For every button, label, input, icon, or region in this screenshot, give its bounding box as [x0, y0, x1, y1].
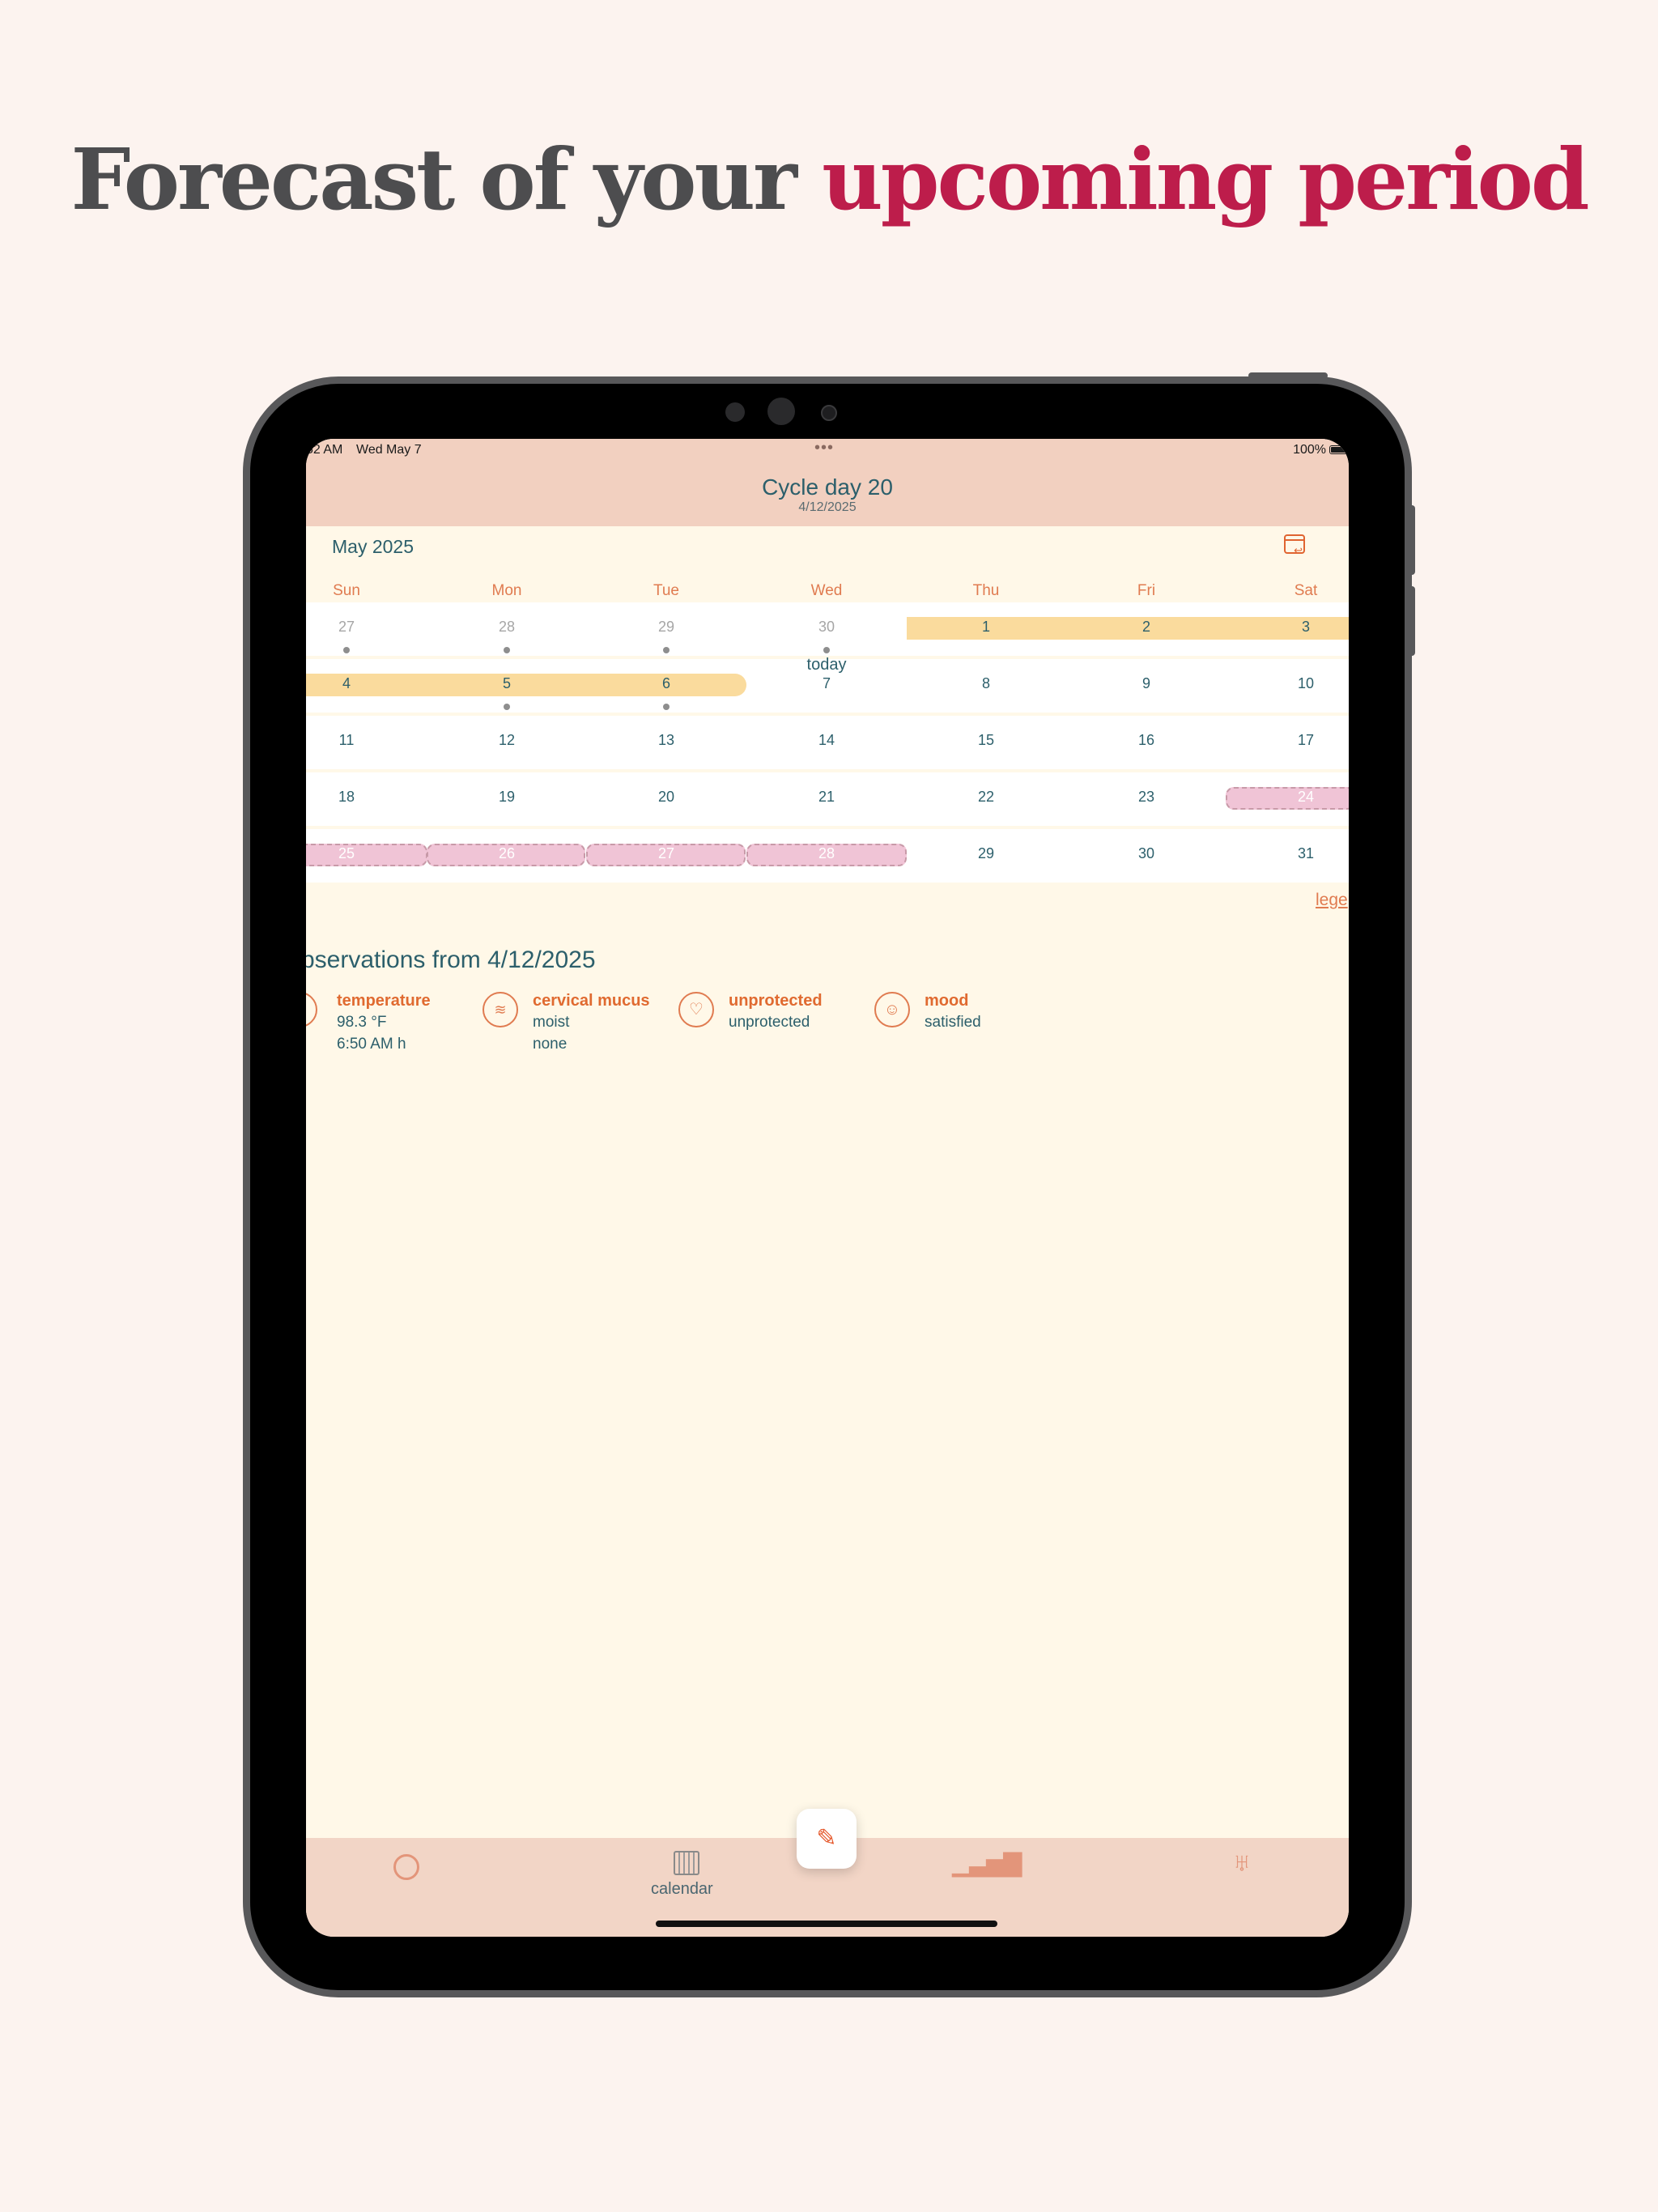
observation-value: 6:50 AM h: [337, 1036, 406, 1053]
heart-icon: ♡: [678, 992, 714, 1027]
status-bar: 52 AM Wed May 7 ••• 100%: [306, 439, 1349, 458]
calendar-day-predicted[interactable]: 25: [306, 845, 427, 862]
calendar-day[interactable]: 3: [1226, 619, 1349, 636]
flash-icon: [821, 405, 837, 421]
calendar-day-predicted[interactable]: 27: [586, 845, 746, 862]
battery-icon: [1329, 445, 1347, 454]
weekday-thu: Thu: [972, 582, 1000, 599]
status-time: 52 AM: [306, 443, 343, 457]
observation-value: satisfied: [925, 1014, 981, 1031]
volume-down-button: [1409, 586, 1415, 656]
calendar-day[interactable]: 17: [1226, 732, 1349, 749]
cycle-start-date: 4/12/2025: [798, 500, 857, 514]
calendar-day[interactable]: 16: [1066, 732, 1226, 749]
observation-dot: [343, 647, 350, 653]
calendar-day[interactable]: 29: [906, 845, 1066, 862]
calendar-day[interactable]: 28: [427, 619, 587, 636]
cycle-day-title: Cycle day 20: [762, 474, 893, 500]
weekday-sun: Sun: [333, 582, 360, 599]
observation-value: moist: [533, 1014, 570, 1031]
face-icon: ☺: [874, 992, 910, 1027]
calendar-day[interactable]: 5: [427, 675, 587, 692]
tab-calendar-label: calendar: [651, 1880, 713, 1898]
observation-dot: [504, 704, 510, 710]
calendar-day[interactable]: 21: [746, 789, 907, 806]
calendar-day[interactable]: 2: [1066, 619, 1226, 636]
edit-observation-button[interactable]: ✎: [797, 1809, 857, 1869]
headline-plain: Forecast of your: [70, 130, 797, 229]
calendar-day[interactable]: 6: [586, 675, 746, 692]
uterus-icon[interactable]: ♅: [1232, 1848, 1252, 1878]
calendar-day-predicted[interactable]: 26: [427, 845, 587, 862]
observation-dot: [663, 647, 670, 653]
observation-value: unprotected: [729, 1014, 810, 1031]
calendar-day[interactable]: 19: [427, 789, 587, 806]
app-screen: Cycle day 20 4/12/2025 52 AM Wed May 7 •…: [306, 439, 1349, 1937]
home-indicator[interactable]: [656, 1921, 997, 1927]
observation-label: mood: [925, 992, 969, 1010]
top-button: [1248, 372, 1328, 379]
calendar-day[interactable]: 12: [427, 732, 587, 749]
calendar-day[interactable]: 4: [306, 675, 427, 692]
observation-value: 98.3 °F: [337, 1014, 387, 1031]
observation-dot: [823, 647, 830, 653]
tab-cycle[interactable]: [393, 1854, 419, 1880]
observations-title: bservations from 4/12/2025: [306, 946, 596, 973]
headline: Forecast of your upcoming period: [0, 130, 1658, 229]
waves-icon: ≋: [483, 992, 518, 1027]
calendar-day[interactable]: 30: [1066, 845, 1226, 862]
calendar-day[interactable]: 31: [1226, 845, 1349, 862]
headline-accent: upcoming period: [822, 130, 1589, 229]
observation-value: none: [533, 1036, 568, 1053]
calendar-day[interactable]: 1: [906, 619, 1066, 636]
legend-link[interactable]: lege: [1316, 891, 1348, 910]
status-date: Wed May 7: [356, 443, 422, 457]
observation-dot: [504, 647, 510, 653]
weekday-fri: Fri: [1137, 582, 1156, 599]
jump-to-today-icon[interactable]: [1284, 534, 1305, 557]
calendar-day[interactable]: 23: [1066, 789, 1226, 806]
calendar-day-predicted[interactable]: 24: [1226, 789, 1349, 806]
calendar-grid-icon: [674, 1851, 699, 1875]
weekday-tue: Tue: [653, 582, 680, 599]
observation-dot: [663, 704, 670, 710]
battery-percent: 100%: [1293, 443, 1326, 457]
calendar-day[interactable]: 14: [746, 732, 907, 749]
thermometer-icon: ▮: [306, 992, 317, 1027]
calendar-day[interactable]: 30: [746, 619, 907, 636]
calendar-day[interactable]: 10: [1226, 675, 1349, 692]
observation-label: unprotected: [729, 992, 823, 1010]
pencil-icon: ✎: [816, 1825, 837, 1852]
calendar-day[interactable]: 18: [306, 789, 427, 806]
volume-up-button: [1409, 505, 1415, 575]
calendar-day[interactable]: 11: [306, 732, 427, 749]
calendar-day[interactable]: 13: [586, 732, 746, 749]
calendar-day[interactable]: 15: [906, 732, 1066, 749]
observation-label: cervical mucus: [533, 992, 650, 1010]
calendar-day-today[interactable]: 7: [746, 675, 907, 692]
camera-icon: [767, 398, 795, 425]
calendar-day[interactable]: 29: [586, 619, 746, 636]
calendar-day[interactable]: 9: [1066, 675, 1226, 692]
calendar-day[interactable]: 27: [306, 619, 427, 636]
weekday-wed: Wed: [810, 582, 843, 599]
weekday-sat: Sat: [1294, 582, 1318, 599]
month-label: May 2025: [332, 536, 414, 557]
sensor-icon: [725, 402, 745, 422]
calendar-day[interactable]: 22: [906, 789, 1066, 806]
calendar-day[interactable]: 8: [906, 675, 1066, 692]
observation-label: temperature: [337, 992, 431, 1010]
today-label: today: [806, 656, 847, 674]
chart-icon[interactable]: ▁▃▅▇: [952, 1849, 1022, 1878]
weekday-mon: Mon: [491, 582, 522, 599]
calendar-day[interactable]: 20: [586, 789, 746, 806]
calendar-day-predicted[interactable]: 28: [746, 845, 907, 862]
multitask-dots-icon[interactable]: •••: [814, 439, 834, 457]
